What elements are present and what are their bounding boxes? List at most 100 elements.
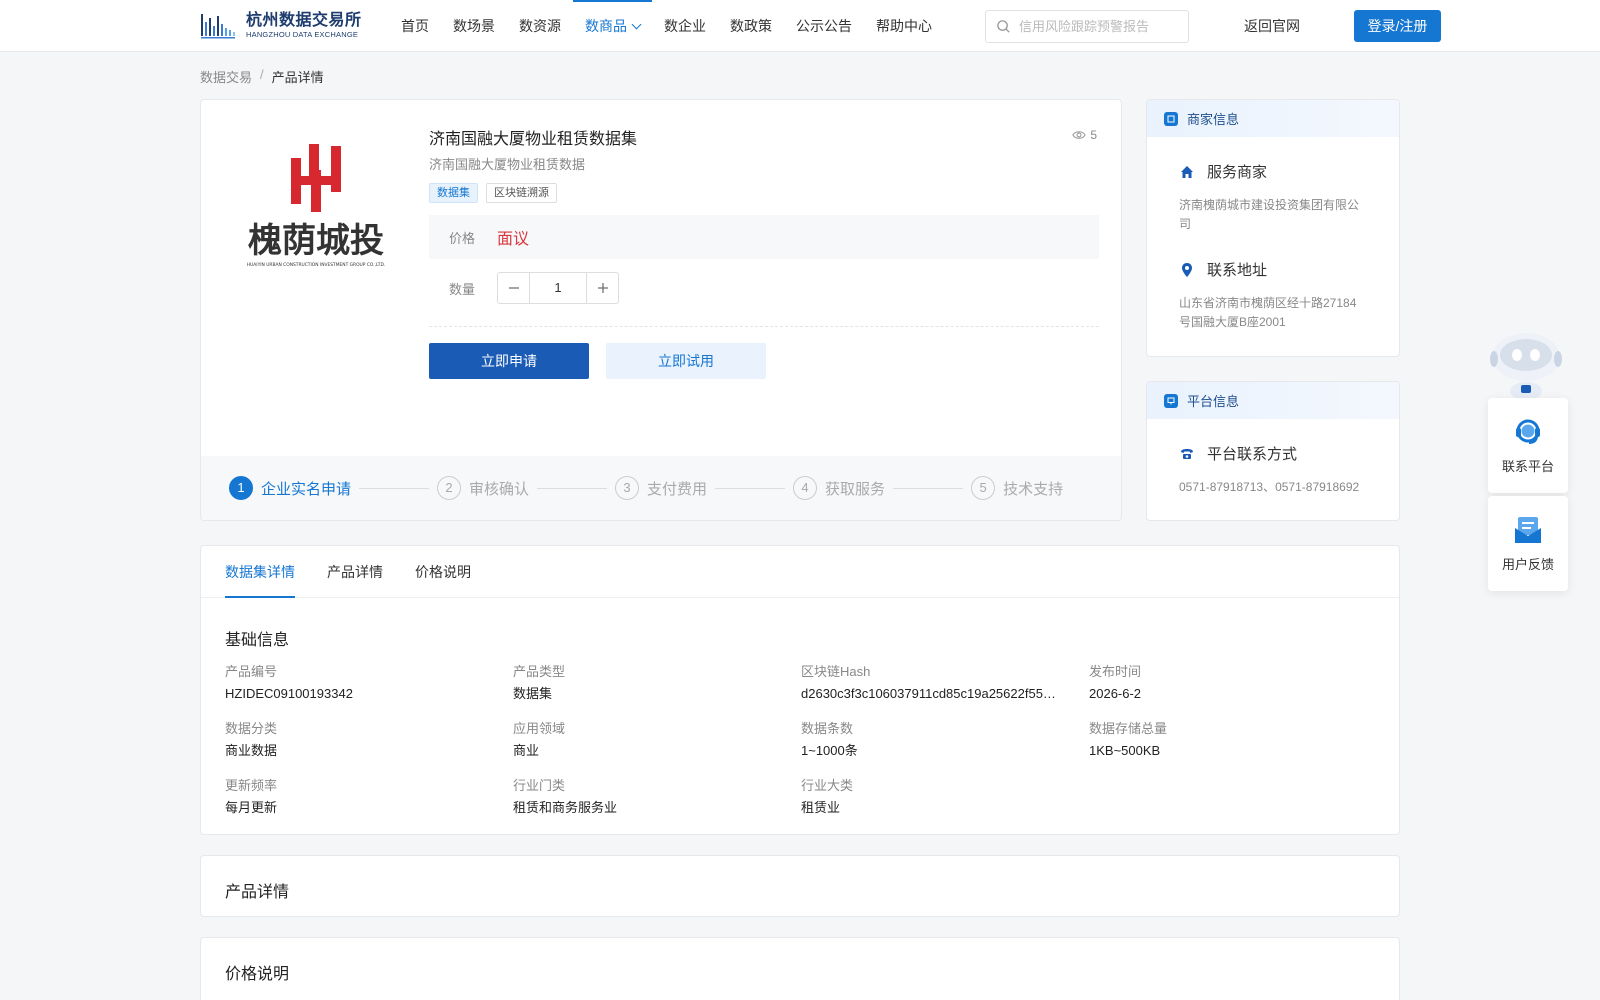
product-logo-en: HUAIYIN URBAN CONSTRUCTION INVESTMENT GR… <box>247 262 386 268</box>
info-value: HZIDEC09100193342 <box>225 686 353 701</box>
search-input[interactable] <box>1019 19 1179 34</box>
info-value: 数据集 <box>513 686 553 701</box>
back-to-official-link[interactable]: 返回官网 <box>1244 0 1300 52</box>
site-logo[interactable]: 杭州数据交易所 HANGZHOU DATA EXCHANGE <box>200 10 365 42</box>
info-value: 1KB~500KB <box>1089 743 1161 758</box>
nav-products[interactable]: 数商品 <box>573 0 652 52</box>
info-item: 产品编号 HZIDEC09100193342 <box>225 664 513 702</box>
info-item: 数据分类 商业数据 <box>225 721 513 759</box>
product-card: 槐荫城投 HUAIYIN URBAN CONSTRUCTION INVESTME… <box>200 99 1122 521</box>
search-box[interactable] <box>985 10 1189 43</box>
tab-dataset-details[interactable]: 数据集详情 <box>225 546 295 598</box>
price-row: 价格 面议 <box>429 215 1099 259</box>
step-label: 技术支持 <box>1003 480 1064 498</box>
info-value: 商业数据 <box>225 743 278 758</box>
info-item: 区块链Hash d2630c3f3c106037911cd85c19a25622f… <box>801 664 1089 702</box>
try-now-button[interactable]: 立即试用 <box>606 343 766 379</box>
step-1: 1 企业实名申请 <box>229 476 351 500</box>
top-header: 杭州数据交易所 HANGZHOU DATA EXCHANGE 首页 数场景 数资… <box>0 0 1600 52</box>
nav-help[interactable]: 帮助中心 <box>864 0 944 52</box>
step-label: 审核确认 <box>469 480 530 498</box>
price-label: 价格 <box>449 230 476 246</box>
info-key: 行业门类 <box>513 778 566 793</box>
platform-info-card: 平台信息 平台联系方式 0571-87918713、0571-87918692 <box>1146 381 1400 521</box>
main-nav: 首页 数场景 数资源 数商品 数企业 数政策 公示公告 帮助中心 <box>389 0 944 52</box>
store-icon <box>1164 111 1178 126</box>
login-register-button[interactable]: 登录/注册 <box>1354 10 1441 42</box>
info-item: 数据存储总量 1KB~500KB <box>1089 721 1377 759</box>
info-key: 数据存储总量 <box>1089 721 1168 736</box>
basic-info-title: 基础信息 <box>225 632 290 649</box>
info-value: 租赁和商务服务业 <box>513 800 618 815</box>
contact-address-section: 联系地址 山东省济南市槐荫区经十路27184号国融大厦B座2001 <box>1147 259 1399 332</box>
info-item: 行业大类 租赁业 <box>801 778 1089 816</box>
chevron-down-icon <box>631 19 642 30</box>
info-item: 发布时间 2026-6-2 <box>1089 664 1377 702</box>
platform-info-title: 平台信息 <box>1187 394 1240 409</box>
info-item: 数据条数 1~1000条 <box>801 721 1089 759</box>
info-key: 产品类型 <box>513 664 566 679</box>
step-3: 3 支付费用 <box>615 476 707 500</box>
headset-icon <box>1516 419 1540 444</box>
quantity-input[interactable]: 1 <box>529 273 587 303</box>
user-feedback-widget[interactable]: 用户反馈 <box>1488 496 1568 591</box>
info-item: 应用领域 商业 <box>513 721 801 759</box>
mailbox-icon <box>1515 517 1541 543</box>
product-detail-section: 产品详情 <box>200 855 1400 917</box>
dashed-divider <box>429 326 1099 327</box>
plus-icon <box>597 283 608 293</box>
nav-announcements[interactable]: 公示公告 <box>784 0 864 52</box>
telephone-icon <box>1181 448 1193 459</box>
info-key: 区块链Hash <box>801 664 871 679</box>
step-connector <box>359 487 430 489</box>
info-value: 2026-6-2 <box>1089 686 1142 701</box>
step-connector <box>715 487 786 489</box>
process-steps: 1 企业实名申请 2 审核确认 3 支付费用 4 获取服务 5 技术支持 <box>201 456 1121 520</box>
logo-bars-icon <box>201 14 235 39</box>
step-5: 5 技术支持 <box>971 476 1063 500</box>
service-merchant-section: 服务商家 济南槐荫城市建设投资集团有限公司 <box>1147 161 1399 234</box>
contact-platform-widget[interactable]: 联系平台 <box>1488 398 1568 493</box>
info-key: 行业大类 <box>801 778 854 793</box>
nav-home[interactable]: 首页 <box>389 0 441 52</box>
assistant-robot-icon[interactable] <box>1486 325 1566 400</box>
breadcrumb-separator: / <box>260 67 264 82</box>
price-description-section: 价格说明 <box>200 937 1400 1000</box>
product-detail-title: 产品详情 <box>225 884 290 901</box>
info-item: 行业门类租赁和商务服务业 <box>513 778 801 816</box>
merchant-info-header: 商家信息 <box>1147 100 1399 137</box>
nav-enterprises[interactable]: 数企业 <box>652 0 718 52</box>
breadcrumb-current: 产品详情 <box>271 70 324 85</box>
step-2: 2 审核确认 <box>437 476 529 500</box>
info-key: 更新频率 <box>225 778 278 793</box>
step-number: 1 <box>229 476 253 500</box>
service-merchant-title: 服务商家 <box>1207 164 1268 181</box>
tab-product-details[interactable]: 产品详情 <box>327 546 383 597</box>
nav-products-label: 数商品 <box>585 18 627 34</box>
platform-contact-title: 平台联系方式 <box>1207 446 1298 463</box>
view-count: 5 <box>1072 128 1097 142</box>
nav-scenes[interactable]: 数场景 <box>441 0 507 52</box>
breadcrumb-data-trade[interactable]: 数据交易 <box>200 67 252 86</box>
product-logo-image: 槐荫城投 HUAIYIN URBAN CONSTRUCTION INVESTME… <box>247 144 386 268</box>
info-key: 发布时间 <box>1089 664 1142 679</box>
step-label: 支付费用 <box>647 480 708 498</box>
quantity-stepper: 1 <box>497 272 619 304</box>
decrement-button[interactable] <box>498 273 529 303</box>
product-tags: 数据集 区块链溯源 <box>429 183 565 203</box>
nav-policies[interactable]: 数政策 <box>718 0 784 52</box>
merchant-info-card: 商家信息 服务商家 济南槐荫城市建设投资集团有限公司 联系地址 山东省济南市槐荫… <box>1146 99 1400 357</box>
info-value: 每月更新 <box>225 800 278 815</box>
increment-button[interactable] <box>587 273 618 303</box>
dataset-detail-card: 数据集详情 产品详情 价格说明 基础信息 产品编号 HZIDEC091001933… <box>200 545 1400 835</box>
tab-price-description[interactable]: 价格说明 <box>415 546 471 597</box>
apply-now-button[interactable]: 立即申请 <box>429 343 589 379</box>
nav-resources[interactable]: 数资源 <box>507 0 573 52</box>
step-label: 企业实名申请 <box>261 480 352 498</box>
info-value: d2630c3f3c106037911cd85c19a25622f55… <box>801 686 1056 701</box>
platform-contact-section: 平台联系方式 0571-87918713、0571-87918692 <box>1147 443 1399 497</box>
info-key: 数据分类 <box>225 721 278 736</box>
contact-address-text: 山东省济南市槐荫区经十路27184号国融大厦B座2001 <box>1179 296 1357 329</box>
tag-dataset: 数据集 <box>429 183 478 203</box>
info-item: 产品类型 数据集 <box>513 664 801 702</box>
